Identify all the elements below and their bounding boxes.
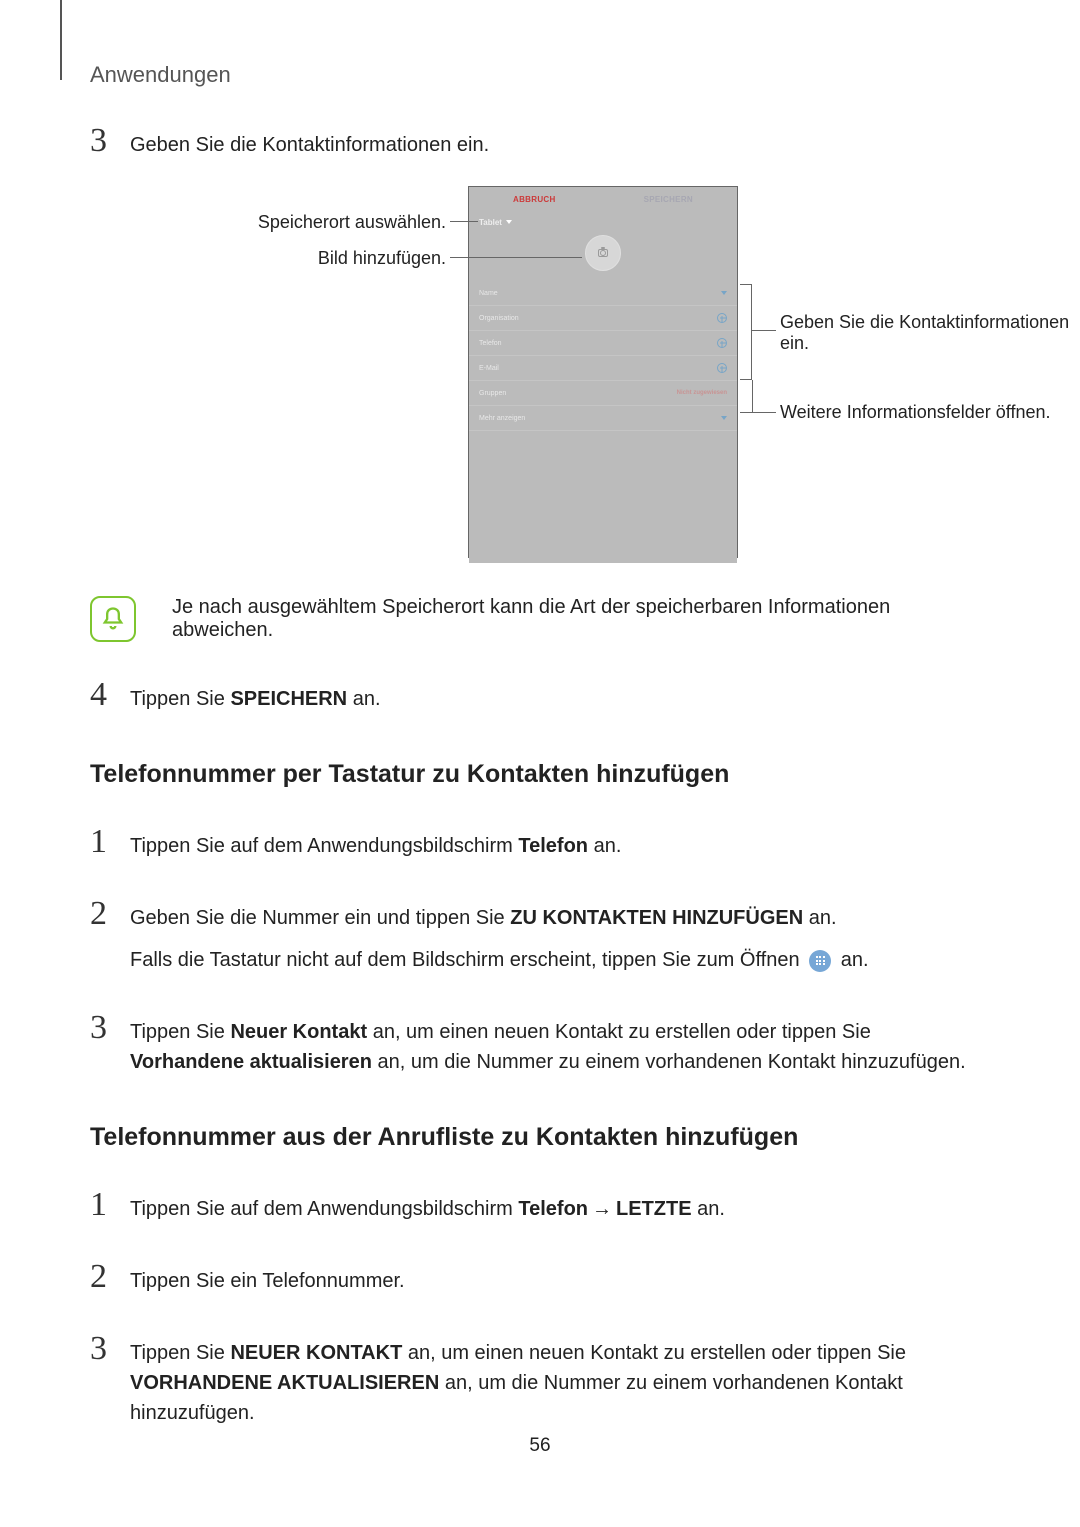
field-label: Organisation	[479, 315, 519, 322]
step-text: Tippen Sie NEUER KONTAKT an, um einen ne…	[130, 1332, 990, 1428]
h2-step-3: 3 Tippen Sie NEUER KONTAKT an, um einen …	[90, 1332, 990, 1428]
header-accent-line	[60, 0, 62, 80]
storage-label: Tablet	[479, 218, 502, 227]
field-label: Mehr anzeigen	[479, 415, 525, 422]
note-text: Je nach ausgewähltem Speicherort kann di…	[172, 596, 990, 642]
t: an.	[347, 688, 380, 710]
callout-more: Weitere Informationsfelder öffnen.	[780, 402, 1080, 423]
bracket-line	[740, 284, 752, 380]
t: LETZTE	[616, 1198, 692, 1220]
name-field[interactable]: Name	[469, 281, 737, 306]
field-label: Name	[479, 290, 498, 297]
step-text: Tippen Sie SPEICHERN an.	[130, 678, 990, 714]
arrow-right-icon: →	[592, 1194, 612, 1224]
callout-storage: Speicherort auswählen.	[186, 212, 446, 233]
groups-value: Nicht zugewiesen	[677, 390, 727, 396]
contact-form-figure: ABBRUCH SPEICHERN Tablet Name Organisati…	[90, 186, 990, 566]
step-text: Tippen Sie auf dem Anwendungsbildschirm …	[130, 825, 990, 861]
step-text: Tippen Sie auf dem Anwendungsbildschirm …	[130, 1188, 990, 1224]
h2-step-2: 2 Tippen Sie ein Telefonnummer.	[90, 1260, 990, 1296]
t: Tippen Sie auf dem Anwendungsbildschirm	[130, 1198, 518, 1220]
t: Neuer Kontakt	[230, 1021, 367, 1043]
field-list: Name Organisation Telefon E-Mail Gruppen	[469, 281, 737, 431]
field-label: Telefon	[479, 340, 502, 347]
add-photo-button[interactable]	[585, 235, 621, 271]
phone-field[interactable]: Telefon	[469, 331, 737, 356]
phone-topbar: ABBRUCH SPEICHERN	[469, 187, 737, 211]
email-field[interactable]: E-Mail	[469, 356, 737, 381]
step-4: 4 Tippen Sie SPEICHERN an.	[90, 678, 990, 714]
step-text: Geben Sie die Kontaktinformationen ein.	[130, 124, 990, 160]
t: Telefon	[518, 835, 588, 857]
h2-step-1: 1 Tippen Sie auf dem Anwendungsbildschir…	[90, 1188, 990, 1224]
step-number: 3	[90, 1332, 130, 1366]
phone-screenshot: ABBRUCH SPEICHERN Tablet Name Organisati…	[468, 186, 738, 558]
phone-empty-area	[469, 431, 737, 563]
t: Tippen Sie	[130, 1342, 230, 1364]
t: an.	[841, 949, 869, 971]
t: VORHANDENE AKTUALISIEREN	[130, 1372, 439, 1394]
step-number: 3	[90, 1011, 130, 1045]
groups-field[interactable]: Gruppen Nicht zugewiesen	[469, 381, 737, 406]
camera-icon	[598, 249, 608, 257]
t: Tippen Sie	[130, 1021, 230, 1043]
h1-step-2: 2 Geben Sie die Nummer ein und tippen Si…	[90, 897, 990, 975]
step-number: 3	[90, 124, 130, 158]
t: an.	[803, 907, 836, 929]
dropdown-icon	[506, 220, 512, 224]
storage-dropdown[interactable]: Tablet	[469, 211, 737, 233]
section-header: Anwendungen	[90, 62, 990, 88]
leader-line	[450, 221, 478, 222]
cancel-label[interactable]: ABBRUCH	[513, 195, 556, 204]
note-icon	[90, 596, 136, 642]
t: SPEICHERN	[230, 688, 347, 710]
t: an.	[588, 835, 621, 857]
t: Falls die Tastatur nicht auf dem Bildsch…	[130, 949, 805, 971]
t: NEUER KONTAKT	[230, 1342, 402, 1364]
step-3: 3 Geben Sie die Kontaktinformationen ein…	[90, 124, 990, 160]
step-text: Geben Sie die Nummer ein und tippen Sie …	[130, 897, 990, 975]
chevron-down-icon	[721, 291, 727, 295]
page-number: 56	[0, 1435, 1080, 1457]
plus-icon[interactable]	[717, 313, 727, 323]
chevron-down-icon	[721, 416, 727, 420]
subheading-calllog: Telefonnummer aus der Anrufliste zu Kont…	[90, 1123, 990, 1152]
step-number: 4	[90, 678, 130, 712]
step-number: 2	[90, 1260, 130, 1294]
step-number: 1	[90, 825, 130, 859]
field-label: E-Mail	[479, 365, 499, 372]
leader-line	[450, 257, 582, 258]
leader-line	[752, 330, 776, 331]
h1-step-1: 1 Tippen Sie auf dem Anwendungsbildschir…	[90, 825, 990, 861]
t: Telefon	[518, 1198, 588, 1220]
save-label[interactable]: SPEICHERN	[644, 195, 693, 204]
dialpad-icon	[809, 950, 831, 972]
t: an, um einen neuen Kontakt zu erstellen …	[367, 1021, 871, 1043]
plus-icon[interactable]	[717, 363, 727, 373]
step-number: 2	[90, 897, 130, 931]
t: an, um die Nummer zu einem vorhandenen K…	[372, 1051, 966, 1073]
callout-photo: Bild hinzufügen.	[186, 248, 446, 269]
field-label: Gruppen	[479, 390, 506, 397]
t: Vorhandene aktualisieren	[130, 1051, 372, 1073]
t: Tippen Sie	[130, 688, 230, 710]
t: Tippen Sie auf dem Anwendungsbildschirm	[130, 835, 518, 857]
t: an.	[692, 1198, 725, 1220]
step-number: 1	[90, 1188, 130, 1222]
leader-line	[752, 380, 753, 412]
note-row: Je nach ausgewähltem Speicherort kann di…	[90, 596, 990, 642]
t: an, um einen neuen Kontakt zu erstellen …	[402, 1342, 906, 1364]
subheading-keypad: Telefonnummer per Tastatur zu Kontakten …	[90, 760, 990, 789]
callout-info: Geben Sie die Kontaktinformationen ein.	[780, 312, 1080, 354]
leader-line	[740, 412, 776, 413]
t: ZU KONTAKTEN HINZUFÜGEN	[510, 907, 803, 929]
more-field[interactable]: Mehr anzeigen	[469, 406, 737, 431]
org-field[interactable]: Organisation	[469, 306, 737, 331]
step-text: Tippen Sie ein Telefonnummer.	[130, 1260, 990, 1296]
h1-step-3: 3 Tippen Sie Neuer Kontakt an, um einen …	[90, 1011, 990, 1077]
step-text: Tippen Sie Neuer Kontakt an, um einen ne…	[130, 1011, 990, 1077]
t: Geben Sie die Nummer ein und tippen Sie	[130, 907, 510, 929]
plus-icon[interactable]	[717, 338, 727, 348]
